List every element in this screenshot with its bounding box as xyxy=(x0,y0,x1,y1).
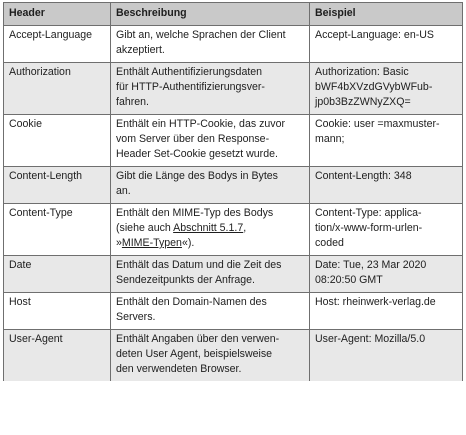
table-body: Accept-Language Gibt an, welche Sprachen… xyxy=(3,25,463,381)
example-line: Host: rheinwerk-verlag.de xyxy=(315,296,436,308)
description-line: Enthält ein HTTP-Cookie, das zuvor xyxy=(116,118,285,130)
header-name-cell: Cookie xyxy=(3,114,111,167)
description-line: (siehe auch Abschnitt 5.1.7, xyxy=(116,221,305,236)
description-line: vom Server über den Response- xyxy=(116,133,270,145)
description-cell: Enthält ein HTTP-Cookie, das zuvor vom S… xyxy=(110,114,310,167)
table-header: Header Beschreibung Beispiel xyxy=(3,2,463,26)
header-name-cell: Date xyxy=(3,255,111,293)
example-cell: User-Agent: Mozilla/5.0 xyxy=(309,329,463,381)
description-line: Header Set-Cookie gesetzt wurde. xyxy=(116,148,278,160)
example-line: tion/x-www-form-urlen- xyxy=(315,222,423,234)
description-cell: Enthält den Domain-Namen des Servers. xyxy=(110,292,310,330)
document-page: Header Beschreibung Beispiel Accept-Lang… xyxy=(0,0,466,435)
example-cell: Authorization: Basic bWF4bXVzdGVybWFub- … xyxy=(309,62,463,115)
description-cell: Enthält Angaben über den verwen- deten U… xyxy=(110,329,310,381)
table-row: Host Enthält den Domain-Namen des Server… xyxy=(3,292,463,330)
description-line: für HTTP-Authentifizierungsver- xyxy=(116,81,265,93)
description-line: deten User Agent, beispielsweise xyxy=(116,348,273,360)
mime-types-link[interactable]: MIME-Typen xyxy=(122,237,182,249)
example-cell: Host: rheinwerk-verlag.de xyxy=(309,292,463,330)
column-header-header: Header xyxy=(3,2,111,26)
table-row: Authorization Enthält Authentifizierungs… xyxy=(3,62,463,115)
description-line: Enthält Angaben über den verwen- xyxy=(116,333,280,345)
description-line: Enthält das Datum und die Zeit des xyxy=(116,259,282,271)
section-link[interactable]: Abschnitt 5.1.7 xyxy=(173,222,243,234)
table-row: Accept-Language Gibt an, welche Sprachen… xyxy=(3,25,463,63)
description-line: akzeptiert. xyxy=(116,44,165,56)
example-line: jp0b3BzZWNyZXQ= xyxy=(315,96,411,108)
example-cell: Content-Length: 348 xyxy=(309,166,463,204)
table-row: Content-Length Gibt die Länge des Bodys … xyxy=(3,166,463,204)
header-name-cell: User-Agent xyxy=(3,329,111,381)
table-row: User-Agent Enthält Angaben über den verw… xyxy=(3,329,463,381)
description-line: Gibt an, welche Sprachen der Client xyxy=(116,29,286,41)
description-line: an. xyxy=(116,185,131,197)
example-line: Cookie: user =maxmuster- xyxy=(315,118,440,130)
description-line: Enthält den MIME-Typ des Bodys xyxy=(116,207,274,219)
example-cell: Cookie: user =maxmuster- mann; xyxy=(309,114,463,167)
header-name-cell: Content-Type xyxy=(3,203,111,256)
header-name-cell: Accept-Language xyxy=(3,25,111,63)
description-text: «). xyxy=(181,237,195,249)
column-header-beschreibung: Beschreibung xyxy=(110,2,310,26)
description-cell: Gibt an, welche Sprachen der Client akze… xyxy=(110,25,310,63)
example-line: User-Agent: Mozilla/5.0 xyxy=(315,333,426,345)
description-text: (siehe auch xyxy=(116,222,174,234)
description-text: , xyxy=(243,222,247,234)
description-line: den verwendeten Browser. xyxy=(116,363,242,375)
example-line: Content-Type: applica- xyxy=(315,207,422,219)
example-line: Content-Length: 348 xyxy=(315,170,412,182)
example-line: Authorization: Basic xyxy=(315,66,409,78)
description-line: Sendezeitpunkts der Anfrage. xyxy=(116,274,255,286)
description-line: Gibt die Länge des Bodys in Bytes xyxy=(116,170,278,182)
example-line: Accept-Language: en-US xyxy=(315,29,434,41)
header-name-cell: Authorization xyxy=(3,62,111,115)
description-line: fahren. xyxy=(116,96,149,108)
description-line: Servers. xyxy=(116,311,156,323)
header-name-cell: Content-Length xyxy=(3,166,111,204)
example-cell: Date: Tue, 23 Mar 2020 08:20:50 GMT xyxy=(309,255,463,293)
example-line: Date: Tue, 23 Mar 2020 xyxy=(315,259,427,271)
description-line: Enthält Authentifizierungsdaten xyxy=(116,66,263,78)
description-line: »MIME-Typen«). xyxy=(116,236,305,251)
example-cell: Accept-Language: en-US xyxy=(309,25,463,63)
http-headers-table: Header Beschreibung Beispiel Accept-Lang… xyxy=(3,2,463,381)
header-name-cell: Host xyxy=(3,292,111,330)
table-row: Cookie Enthält ein HTTP-Cookie, das zuvo… xyxy=(3,114,463,167)
example-line: coded xyxy=(315,237,344,249)
description-line: Enthält den Domain-Namen des xyxy=(116,296,267,308)
example-line: bWF4bXVzdGVybWFub- xyxy=(315,81,433,93)
table-row: Date Enthält das Datum und die Zeit des … xyxy=(3,255,463,293)
table-row: Content-Type Enthält den MIME-Typ des Bo… xyxy=(3,203,463,256)
description-cell: Enthält das Datum und die Zeit des Sende… xyxy=(110,255,310,293)
example-line: 08:20:50 GMT xyxy=(315,274,383,286)
description-cell: Enthält Authentifizierungsdaten für HTTP… xyxy=(110,62,310,115)
description-cell: Gibt die Länge des Bodys in Bytes an. xyxy=(110,166,310,204)
description-cell: Enthält den MIME-Typ des Bodys (siehe au… xyxy=(110,203,310,256)
example-line: mann; xyxy=(315,133,345,145)
header-row: Header Beschreibung Beispiel xyxy=(3,2,463,26)
column-header-beispiel: Beispiel xyxy=(309,2,463,26)
example-cell: Content-Type: applica- tion/x-www-form-u… xyxy=(309,203,463,256)
